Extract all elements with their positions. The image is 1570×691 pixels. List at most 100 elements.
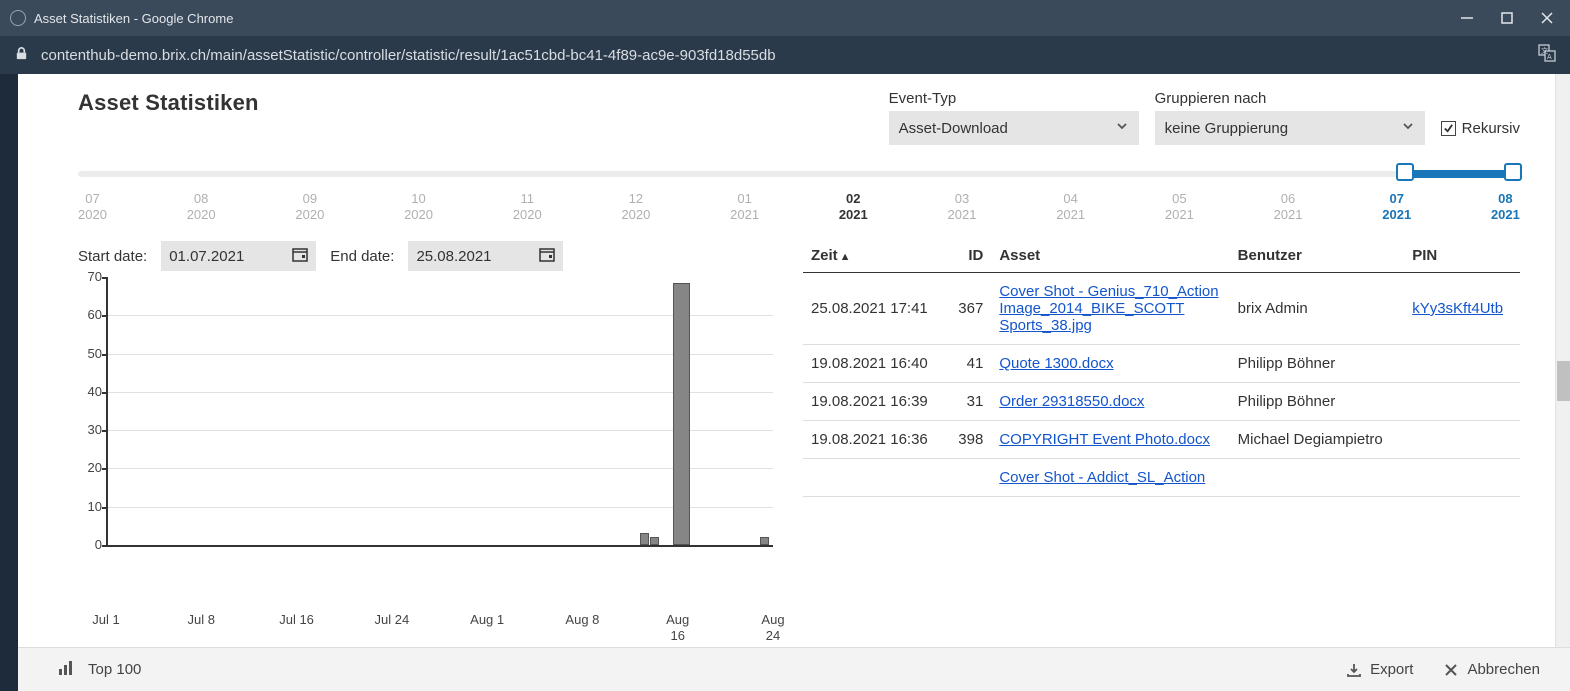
- content-area: Asset Statistiken Event-Typ Asset-Downlo…: [18, 74, 1570, 647]
- cell-asset: COPYRIGHT Event Photo.docx: [991, 421, 1229, 459]
- chart-bar: [650, 537, 659, 545]
- start-date-input[interactable]: 01.07.2021: [161, 241, 316, 271]
- table-row: Cover Shot - Addict_SL_Action: [803, 459, 1520, 497]
- cell-asset: Order 29318550.docx: [991, 383, 1229, 421]
- y-axis-label: 50: [80, 346, 102, 361]
- col-pin[interactable]: PIN: [1404, 241, 1520, 273]
- cell-pin: [1404, 421, 1520, 459]
- lock-icon[interactable]: [14, 46, 29, 65]
- group-by-label: Gruppieren nach: [1155, 90, 1425, 107]
- x-axis-label: Aug16: [666, 612, 689, 643]
- svg-text:A: A: [1547, 54, 1552, 61]
- cell-id: 367: [947, 273, 991, 345]
- timeline-label: 082021: [1491, 191, 1520, 224]
- asset-link[interactable]: Quote 1300.docx: [999, 355, 1113, 372]
- timeline-slider[interactable]: 0720200820200920201020201120201220200120…: [78, 163, 1520, 233]
- timeline-label: 082020: [187, 191, 216, 224]
- event-type-select[interactable]: Asset-Download: [889, 111, 1139, 145]
- data-table: Zeit▲ ID Asset Benutzer PIN 25.08.2021 1…: [803, 241, 1520, 497]
- cell-pin: [1404, 383, 1520, 421]
- timeline-handle-end[interactable]: [1504, 163, 1522, 181]
- x-axis-label: Jul 16: [279, 612, 314, 628]
- export-button[interactable]: Export: [1346, 661, 1413, 678]
- timeline-label: 072020: [78, 191, 107, 224]
- asset-link[interactable]: COPYRIGHT Event Photo.docx: [999, 431, 1210, 448]
- top100-button[interactable]: Top 100: [88, 661, 141, 678]
- cell-user: Michael Degiampietro: [1230, 421, 1405, 459]
- col-asset[interactable]: Asset: [991, 241, 1229, 273]
- pin-link[interactable]: kYy3sKft4Utb: [1412, 300, 1503, 317]
- app-icon: [10, 10, 26, 26]
- table-row: 19.08.2021 16:3931Order 29318550.docxPhi…: [803, 383, 1520, 421]
- table-row: 19.08.2021 16:4041Quote 1300.docxPhilipp…: [803, 345, 1520, 383]
- scrollbar-thumb[interactable]: [1557, 361, 1570, 401]
- start-date-label: Start date:: [78, 248, 147, 265]
- asset-link[interactable]: Order 29318550.docx: [999, 393, 1144, 410]
- page-title: Asset Statistiken: [78, 90, 259, 116]
- window-titlebar: Asset Statistiken - Google Chrome: [0, 0, 1570, 36]
- start-date-value: 01.07.2021: [169, 248, 244, 265]
- x-axis-label: Aug24: [761, 612, 784, 643]
- cell-id: 31: [947, 383, 991, 421]
- cell-time: 19.08.2021 16:36: [803, 421, 947, 459]
- cell-user: brix Admin: [1230, 273, 1405, 345]
- cell-id: 41: [947, 345, 991, 383]
- cell-id: [947, 459, 991, 497]
- cell-time: 19.08.2021 16:40: [803, 345, 947, 383]
- sort-asc-icon: ▲: [840, 251, 851, 263]
- timeline-label: 052021: [1165, 191, 1194, 224]
- minimize-button[interactable]: [1460, 11, 1474, 25]
- chevron-down-icon: [1401, 119, 1415, 137]
- chart-bar: [673, 283, 690, 545]
- chart-bar: [760, 537, 769, 545]
- chevron-down-icon: [1115, 119, 1129, 137]
- bar-chart-icon: [58, 660, 74, 680]
- cell-time: [803, 459, 947, 497]
- timeline-label: 062021: [1274, 191, 1303, 224]
- translate-icon[interactable]: 文A: [1538, 44, 1556, 66]
- y-axis-label: 10: [80, 499, 102, 514]
- cancel-button[interactable]: Abbrechen: [1443, 661, 1540, 678]
- event-type-value: Asset-Download: [899, 120, 1008, 137]
- recursive-label: Rekursiv: [1462, 120, 1520, 137]
- timeline-label: 122020: [621, 191, 650, 224]
- group-by-select[interactable]: keine Gruppierung: [1155, 111, 1425, 145]
- cell-time: 19.08.2021 16:39: [803, 383, 947, 421]
- timeline-handle-start[interactable]: [1396, 163, 1414, 181]
- event-type-label: Event-Typ: [889, 90, 1139, 107]
- cell-pin: kYy3sKft4Utb: [1404, 273, 1520, 345]
- close-button[interactable]: [1540, 11, 1554, 25]
- chart: 010203040506070 Jul 1Jul 8Jul 16Jul 24Au…: [78, 277, 773, 572]
- calendar-icon: [292, 246, 308, 266]
- maximize-button[interactable]: [1500, 11, 1514, 25]
- col-user[interactable]: Benutzer: [1230, 241, 1405, 273]
- chart-bar: [640, 533, 649, 545]
- recursive-checkbox[interactable]: Rekursiv: [1441, 111, 1520, 145]
- cell-pin: [1404, 459, 1520, 497]
- x-axis-label: Jul 1: [92, 612, 119, 628]
- calendar-icon: [539, 246, 555, 266]
- timeline-label: 042021: [1056, 191, 1085, 224]
- y-axis-label: 60: [80, 307, 102, 322]
- scrollbar[interactable]: [1555, 74, 1570, 647]
- table-row: 25.08.2021 17:41367Cover Shot - Genius_7…: [803, 273, 1520, 345]
- col-id[interactable]: ID: [947, 241, 991, 273]
- x-axis-label: Aug 8: [565, 612, 599, 628]
- timeline-label: 012021: [730, 191, 759, 224]
- timeline-label: 022021: [839, 191, 868, 224]
- cell-user: [1230, 459, 1405, 497]
- x-axis-label: Jul 8: [188, 612, 215, 628]
- asset-link[interactable]: Cover Shot - Addict_SL_Action: [999, 469, 1205, 486]
- cell-asset: Cover Shot - Addict_SL_Action: [991, 459, 1229, 497]
- checkbox-icon: [1441, 121, 1456, 136]
- table-row: 19.08.2021 16:36398COPYRIGHT Event Photo…: [803, 421, 1520, 459]
- timeline-label: 072021: [1382, 191, 1411, 224]
- end-date-input[interactable]: 25.08.2021: [408, 241, 563, 271]
- url-text[interactable]: contenthub-demo.brix.ch/main/assetStatis…: [41, 47, 776, 64]
- window-title: Asset Statistiken - Google Chrome: [34, 11, 233, 26]
- col-time[interactable]: Zeit▲: [803, 241, 947, 273]
- y-axis-label: 20: [80, 460, 102, 475]
- table-header-row: Zeit▲ ID Asset Benutzer PIN: [803, 241, 1520, 273]
- asset-link[interactable]: Cover Shot - Genius_710_Action Image_201…: [999, 283, 1218, 334]
- cell-pin: [1404, 345, 1520, 383]
